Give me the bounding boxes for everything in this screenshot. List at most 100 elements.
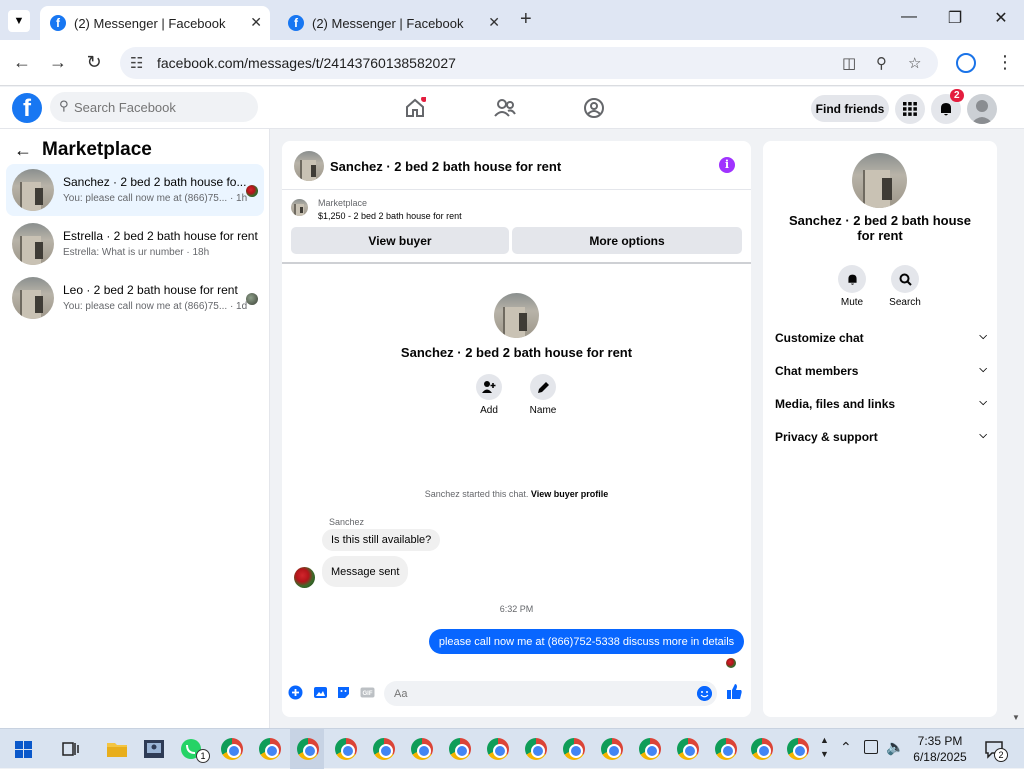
message-input[interactable] [384,681,717,706]
section-privacy-support[interactable]: Privacy & support ⌵ [775,430,987,450]
conversation-item[interactable]: Estrella · 2 bed 2 bath house for rent E… [6,218,264,270]
facebook-logo-icon[interactable]: f [12,93,42,123]
scroll-down-arrow-icon[interactable]: ▼ [1012,713,1020,722]
browser-menu-icon[interactable]: ⋮ [996,52,1014,73]
chrome-icon[interactable] [751,738,773,760]
section-customize-chat[interactable]: Customize chat ⌵ [775,331,987,351]
view-buyer-profile-link[interactable]: View buyer profile [531,489,608,499]
page-scrollbar[interactable]: ▼ [1010,129,1024,728]
profile-avatar[interactable] [494,293,539,338]
chrome-icon[interactable] [449,738,471,760]
message-timestamp: 6:32 PM [499,604,534,614]
add-button[interactable] [476,374,502,400]
section-media-files-links[interactable]: Media, files and links ⌵ [775,397,987,417]
close-window-button[interactable]: ✕ [981,8,1021,28]
close-tab-icon[interactable]: ✕ [488,14,500,31]
back-arrow-icon[interactable]: ← [14,140,32,161]
chrome-icon[interactable] [601,738,623,760]
name-button[interactable] [530,374,556,400]
chrome-icon[interactable] [259,738,281,760]
menu-grid-button[interactable] [895,94,925,124]
chrome-icon[interactable] [715,738,737,760]
chrome-icon[interactable] [373,738,395,760]
id-card-app-icon[interactable] [143,738,165,760]
home-icon[interactable] [404,97,426,119]
maximize-button[interactable]: ❐ [935,8,975,28]
chrome-icon[interactable] [335,738,357,760]
profile-icon[interactable] [956,53,976,73]
chat-avatar[interactable] [294,151,324,181]
new-tab-button[interactable]: + [520,8,532,31]
chrome-icon[interactable] [411,738,433,760]
svg-text:GIF: GIF [363,691,373,697]
sender-avatar[interactable] [294,567,315,588]
install-app-icon[interactable]: ◫ [842,54,856,72]
view-buyer-button[interactable]: View buyer [291,227,509,254]
taskbar-scroll-icon[interactable]: ▲ ▼ [820,733,829,761]
forward-button[interactable]: → [46,52,70,73]
find-friends-button[interactable]: Find friends [811,95,889,122]
reload-button[interactable]: ↻ [82,52,106,73]
section-label: Privacy & support [775,430,878,444]
system-clock[interactable]: 7:35 PM 6/18/2025 [905,733,975,765]
search-conversation-button[interactable] [891,265,919,293]
info-icon[interactable]: i [719,157,735,173]
chevron-down-icon: ⌵ [979,364,987,375]
photo-icon[interactable] [313,685,328,700]
task-view-icon[interactable] [62,740,80,758]
omnibox[interactable]: ☷ facebook.com/messages/t/24143760138582… [120,47,938,79]
emoji-icon[interactable] [697,686,712,701]
mute-button[interactable] [838,265,866,293]
chrome-icon[interactable] [639,738,661,760]
back-button[interactable]: ← [10,52,34,73]
file-explorer-icon[interactable] [106,739,128,759]
tab-messenger-active[interactable]: f (2) Messenger | Facebook ✕ [40,6,270,40]
chrome-icon[interactable] [677,738,699,760]
windows-start-icon[interactable] [15,741,32,758]
browser-tab-bar: ▼ f (2) Messenger | Facebook ✕ f (2) Mes… [0,0,1024,40]
groups-icon[interactable] [583,97,605,119]
incoming-message[interactable]: Message sent [322,556,409,587]
chrome-icon[interactable] [221,738,243,760]
chrome-icon[interactable] [563,738,585,760]
account-avatar[interactable] [967,94,997,124]
bell-icon [941,103,951,116]
close-tab-icon[interactable]: ✕ [250,14,262,31]
search-icon: ⚲ [59,98,69,113]
conversation-item[interactable]: Sanchez · 2 bed 2 bath house fo... You: … [6,164,264,216]
outgoing-message[interactable]: please call now me at (866)752-5338 disc… [429,629,744,654]
show-hidden-icons-icon[interactable]: ⌃ [840,739,852,756]
conversation-snippet: You: please call now me at (866)75... · … [63,301,248,312]
url-text[interactable]: facebook.com/messages/t/2414376013858202… [157,55,456,71]
chrome-icon[interactable] [297,738,319,760]
minimize-button[interactable]: — [889,8,929,26]
chrome-icon[interactable] [787,738,809,760]
zoom-icon[interactable]: ⚲ [876,54,887,72]
plus-circle-icon[interactable] [288,685,303,700]
chat-title[interactable]: Sanchez · 2 bed 2 bath house for rent [330,159,561,174]
bookmark-star-icon[interactable]: ☆ [908,54,921,72]
conversation-item[interactable]: Leo · 2 bed 2 bath house for rent You: p… [6,272,264,324]
thumbs-up-icon[interactable] [726,683,743,700]
incoming-message[interactable]: Is this still available? [322,529,441,551]
facebook-search-input[interactable] [74,92,254,122]
more-options-button[interactable]: More options [512,227,742,254]
facebook-search-box[interactable]: ⚲ [50,92,258,122]
tab-search-dropdown[interactable]: ▼ [8,10,30,32]
details-avatar[interactable] [852,153,907,208]
chrome-icon[interactable] [525,738,547,760]
listing-title[interactable]: $1,250 - 2 bed 2 bath house for rent [318,211,462,221]
site-info-icon[interactable]: ☷ [130,54,143,72]
section-chat-members[interactable]: Chat members ⌵ [775,364,987,384]
tab-messenger-2[interactable]: f (2) Messenger | Facebook ✕ [278,6,508,40]
sticker-icon[interactable] [336,685,351,700]
meet-now-icon[interactable] [864,740,878,754]
chrome-icon[interactable] [487,738,509,760]
section-label: Customize chat [775,331,864,345]
gif-icon[interactable]: GIF [360,685,375,700]
chat-details-panel: Sanchez · 2 bed 2 bath house for rent Mu… [763,141,997,717]
pencil-icon [537,381,549,393]
volume-icon[interactable]: 🔈 [886,738,905,756]
sender-name: Sanchez [329,517,365,527]
friends-icon[interactable] [494,97,516,119]
